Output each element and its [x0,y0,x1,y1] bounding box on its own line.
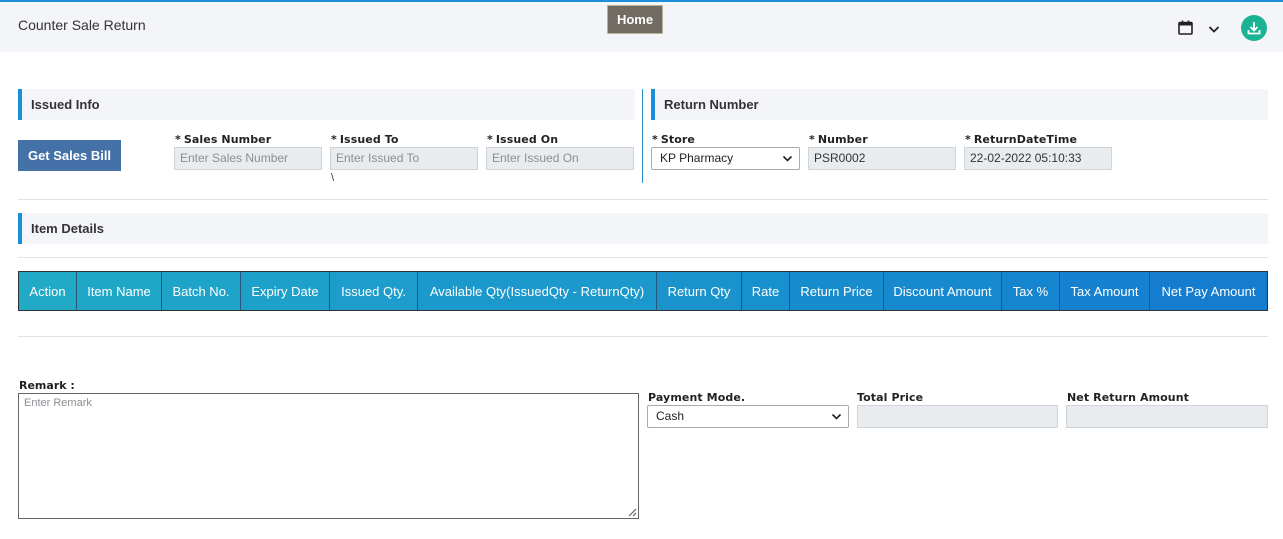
column-header-tax-percent[interactable]: Tax % [1002,272,1060,310]
total-price-input[interactable] [857,405,1058,428]
column-header-expiry-date[interactable]: Expiry Date [241,272,330,310]
chevron-down-icon[interactable] [1207,22,1221,36]
column-header-action[interactable]: Action [19,272,77,310]
item-table-header: Action Item Name Batch No. Expiry Date I… [18,271,1268,311]
issued-info-heading: Issued Info [18,89,635,120]
column-header-return-qty[interactable]: Return Qty [657,272,742,310]
page-header: Counter Sale Return Home [0,0,1283,52]
issued-to-label: * Issued To [331,133,399,146]
divider [18,336,1268,337]
section-divider [642,89,643,183]
column-header-discount-amount[interactable]: Discount Amount [884,272,1002,310]
column-header-batch-no[interactable]: Batch No. [162,272,241,310]
number-input[interactable]: PSR0002 [808,147,956,170]
divider [18,199,1268,200]
net-return-amount-input[interactable] [1066,405,1268,428]
chevron-down-icon [782,155,793,162]
download-icon [1247,22,1261,35]
counter-sale-return-page: Counter Sale Return Home Issued Info Ret… [0,0,1283,539]
return-datetime-label: * ReturnDateTime [965,133,1078,146]
column-header-return-price[interactable]: Return Price [790,272,884,310]
return-datetime-input[interactable]: 22-02-2022 05:10:33 [964,147,1112,170]
store-selected-value: KP Pharmacy [660,151,734,165]
issued-on-label: * Issued On [487,133,559,146]
home-button[interactable]: Home [607,5,663,34]
payment-mode-select[interactable]: Cash [647,405,849,428]
remark-textarea[interactable]: Enter Remark [18,393,639,519]
column-header-rate[interactable]: Rate [742,272,790,310]
column-header-issued-qty[interactable]: Issued Qty. [330,272,418,310]
get-sales-bill-button[interactable]: Get Sales Bill [18,140,121,171]
sales-number-label: * Sales Number [175,133,272,146]
column-header-item-name[interactable]: Item Name [77,272,162,310]
store-label: * Store [652,133,695,146]
number-label: * Number [809,133,868,146]
remark-placeholder: Enter Remark [24,397,92,409]
net-return-amount-label: Net Return Amount [1067,391,1190,404]
download-button[interactable] [1241,15,1267,41]
store-select[interactable]: KP Pharmacy [651,147,800,170]
resize-grip-icon[interactable] [628,508,637,517]
remark-label: Remark : [19,379,75,392]
chevron-down-icon [831,413,842,420]
item-details-heading: Item Details [18,213,1268,244]
page-title: Counter Sale Return [18,17,146,33]
total-price-label: Total Price [857,391,924,404]
column-header-net-pay-amount[interactable]: Net Pay Amount [1150,272,1267,310]
issued-on-input[interactable]: Enter Issued On [486,147,634,170]
sales-number-input[interactable]: Enter Sales Number [174,147,322,170]
return-number-heading: Return Number [651,89,1268,120]
payment-mode-label: Payment Mode. [648,391,746,404]
calendar-icon[interactable] [1178,20,1193,35]
column-header-tax-amount[interactable]: Tax Amount [1060,272,1150,310]
issued-to-input[interactable]: Enter Issued To [330,147,478,170]
divider [18,257,1268,258]
column-header-available-qty[interactable]: Available Qty(IssuedQty - ReturnQty) [418,272,657,310]
payment-mode-selected-value: Cash [656,409,685,423]
stray-backslash: \ [331,172,335,184]
